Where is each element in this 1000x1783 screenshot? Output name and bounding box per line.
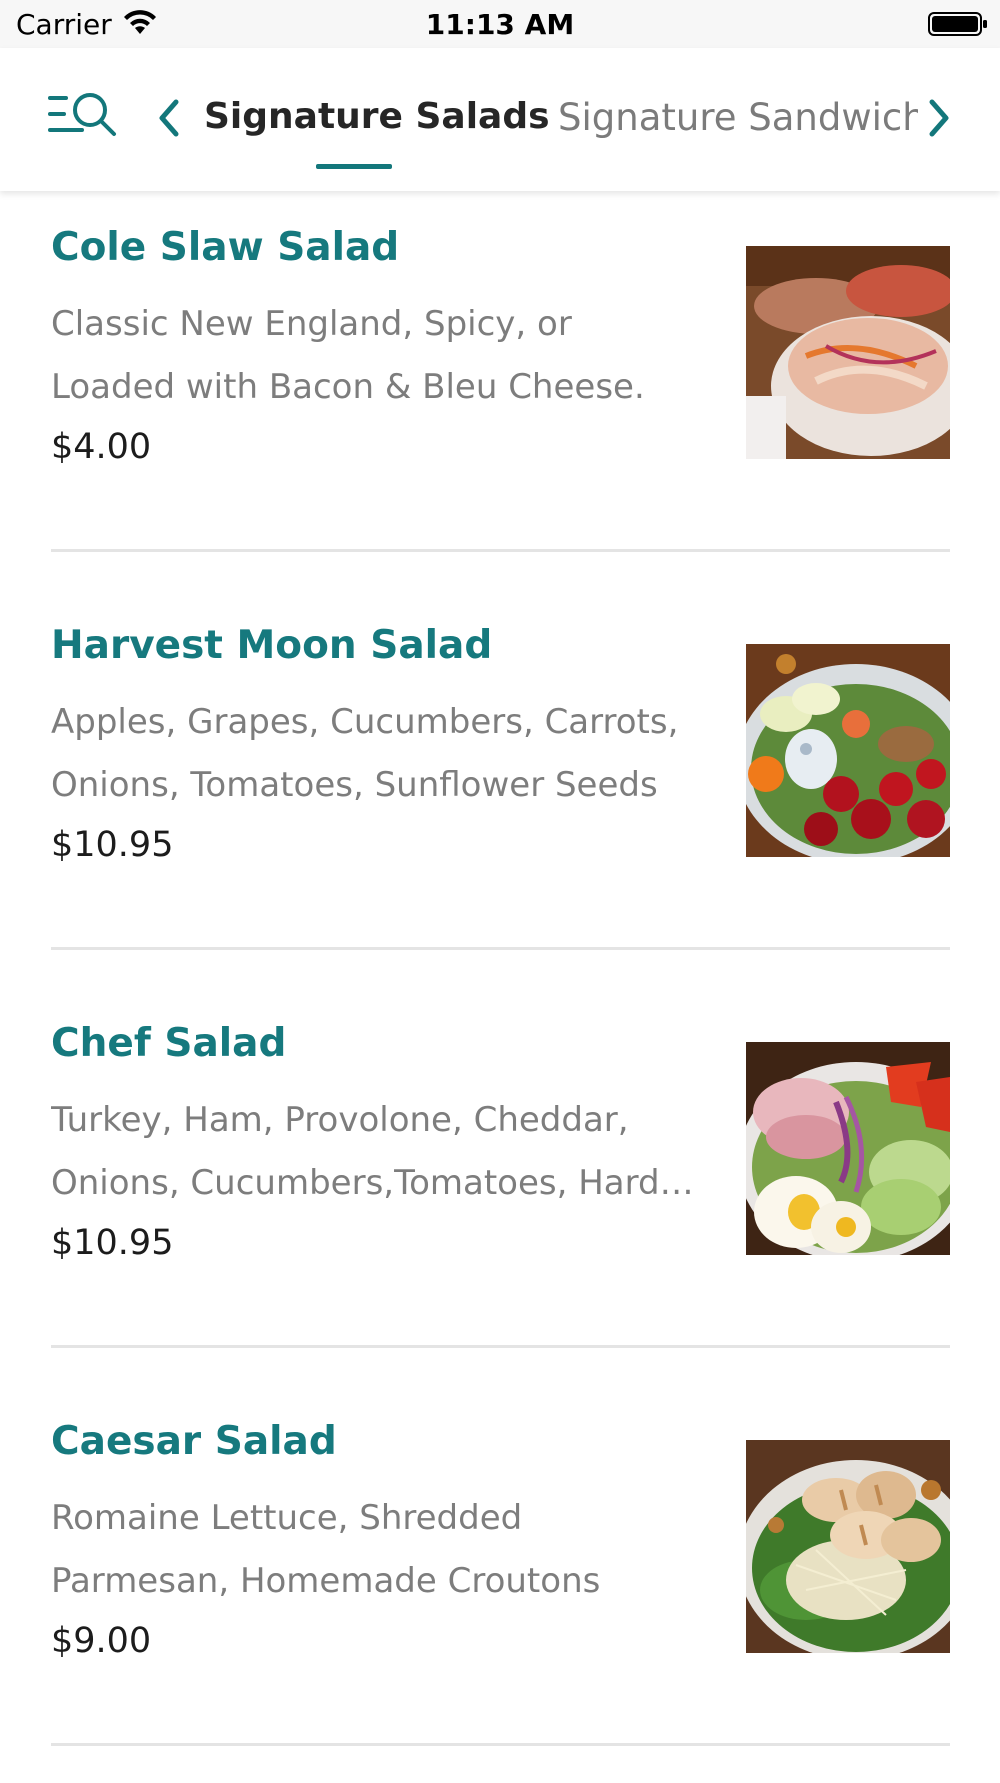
item-name: Cole Slaw Salad bbox=[51, 225, 400, 270]
category-tabs: Signature Salads Signature Sandwiches bbox=[204, 48, 920, 191]
active-tab-indicator bbox=[316, 164, 392, 169]
item-description: Apples, Grapes, Cucumbers, Carrots, Onio… bbox=[51, 702, 679, 805]
item-divider bbox=[51, 947, 950, 950]
item-description: Romaine Lettuce, Shredded Parmesan, Home… bbox=[51, 1498, 601, 1601]
item-divider bbox=[51, 1743, 950, 1746]
category-nav: Signature Salads Signature Sandwiches bbox=[0, 48, 1000, 191]
menu-item-harvest-moon-salad[interactable]: Harvest Moon Salad Apples, Grapes, Cucum… bbox=[0, 589, 1000, 987]
item-price: $9.00 bbox=[51, 1621, 152, 1661]
menu-search-button[interactable] bbox=[48, 90, 120, 146]
next-category-button[interactable] bbox=[918, 93, 958, 143]
item-description: Turkey, Ham, Provolone, Cheddar, Onions,… bbox=[51, 1100, 660, 1203]
menu-item-caesar-salad[interactable]: Caesar Salad Romaine Lettuce, Shredded P… bbox=[0, 1385, 1000, 1783]
item-image-chef-salad bbox=[746, 1042, 950, 1255]
previous-category-button[interactable] bbox=[150, 93, 190, 143]
item-divider bbox=[51, 549, 950, 552]
item-image-caesar-salad bbox=[746, 1440, 950, 1653]
tab-signature-salads[interactable]: Signature Salads bbox=[204, 96, 550, 137]
menu-item-cole-slaw-salad[interactable]: Cole Slaw Salad Classic New England, Spi… bbox=[0, 191, 1000, 589]
item-image-cole-slaw bbox=[746, 246, 950, 459]
item-name: Chef Salad bbox=[51, 1021, 287, 1066]
clock-time: 11:13 AM bbox=[425, 8, 575, 41]
item-price: $10.95 bbox=[51, 825, 174, 865]
item-description: Classic New England, Spicy, or Loaded wi… bbox=[51, 304, 645, 407]
item-name: Harvest Moon Salad bbox=[51, 623, 493, 668]
status-bar: Carrier 11:13 AM bbox=[0, 0, 1000, 48]
item-divider bbox=[51, 1345, 950, 1348]
tab-signature-sandwiches[interactable]: Signature Sandwiches bbox=[558, 96, 920, 139]
menu-item-chef-salad[interactable]: Chef Salad Turkey, Ham, Provolone, Chedd… bbox=[0, 987, 1000, 1385]
item-name: Caesar Salad bbox=[51, 1419, 337, 1464]
item-image-harvest-moon bbox=[746, 644, 950, 857]
item-price: $10.95 bbox=[51, 1223, 174, 1263]
battery-icon bbox=[928, 12, 987, 36]
chevron-right-icon bbox=[929, 99, 949, 137]
item-price: $4.00 bbox=[51, 427, 152, 467]
menu-search-icon bbox=[48, 93, 116, 136]
chevron-left-icon bbox=[159, 99, 179, 137]
